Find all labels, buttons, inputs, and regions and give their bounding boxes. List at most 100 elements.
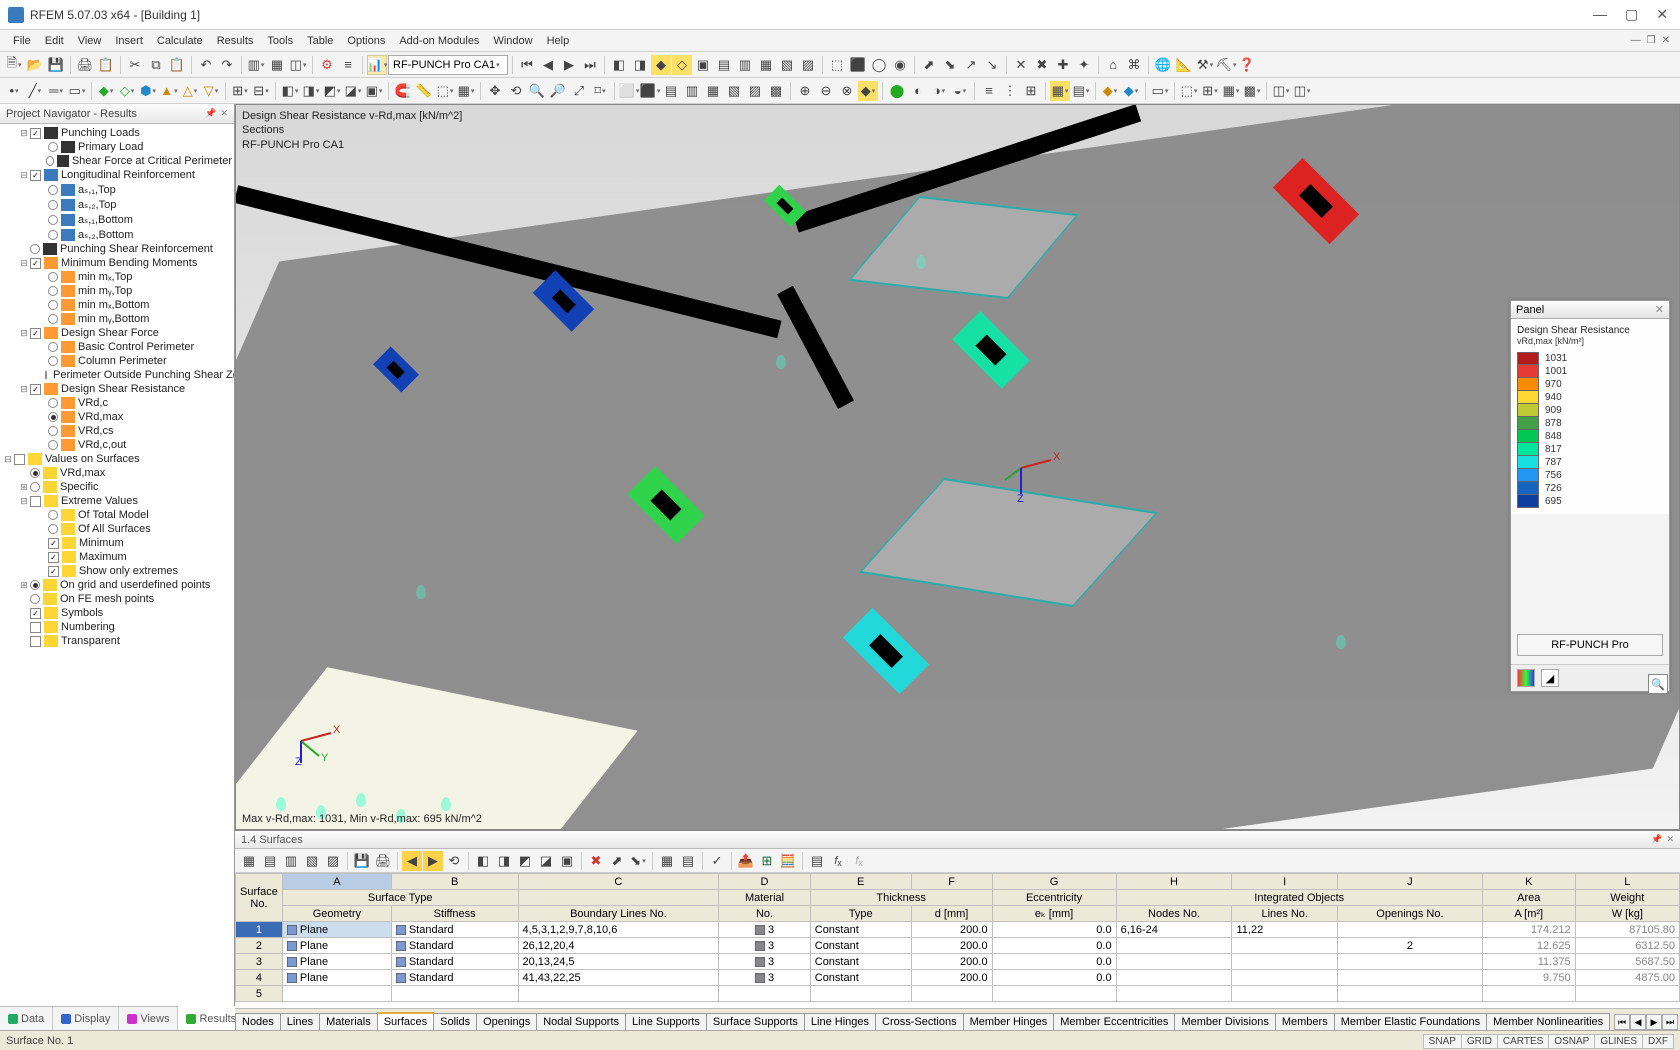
ttb-fx-icon[interactable]: fₓ: [828, 851, 848, 871]
print-button[interactable]: 🖨: [75, 55, 95, 75]
tb2-icon[interactable]: ▭: [67, 81, 87, 101]
tb2-icon[interactable]: ▩: [1242, 81, 1262, 101]
tb2-icon[interactable]: ▭: [1150, 81, 1170, 101]
menu-addon[interactable]: Add-on Modules: [392, 33, 486, 49]
tree-item[interactable]: Primary Load: [0, 140, 234, 154]
ttb-calc-icon[interactable]: 🧮: [778, 851, 798, 871]
tb2-icon[interactable]: 📏: [414, 81, 434, 101]
tb2-icon[interactable]: ⊟: [251, 81, 271, 101]
status-toggle[interactable]: GRID: [1461, 1034, 1498, 1049]
tb-icon[interactable]: ◧: [609, 55, 629, 75]
copy-button[interactable]: ⧉: [146, 55, 166, 75]
tb2-icon[interactable]: ▤: [1071, 81, 1091, 101]
close-button[interactable]: ✕: [1656, 6, 1668, 23]
status-toggle[interactable]: OSNAP: [1548, 1034, 1595, 1049]
tb2-icon[interactable]: ⊞: [1200, 81, 1220, 101]
tb2-icon[interactable]: ◫: [1292, 81, 1312, 101]
tb-icon[interactable]: ▧: [777, 55, 797, 75]
tb2-icon[interactable]: ◑: [929, 81, 949, 101]
tb2-icon[interactable]: ⬚: [1179, 81, 1199, 101]
tb2-icon[interactable]: ▤: [661, 81, 681, 101]
tb2-icon[interactable]: ▲: [159, 81, 179, 101]
table-tab[interactable]: Line Hinges: [804, 1013, 876, 1030]
menu-table[interactable]: Table: [300, 33, 340, 49]
tb2-icon[interactable]: ⊗: [837, 81, 857, 101]
tb-icon[interactable]: ⬛: [848, 55, 868, 75]
tb-icon[interactable]: ⚒: [1195, 55, 1215, 75]
status-toggle[interactable]: DXF: [1642, 1034, 1674, 1049]
tree-item[interactable]: VRd,max: [0, 410, 234, 424]
nav-first-button[interactable]: ⏮: [517, 55, 537, 75]
nav-tab-data[interactable]: Data: [0, 1007, 53, 1030]
tb2-icon[interactable]: ◫: [1271, 81, 1291, 101]
tree-item[interactable]: Transparent: [0, 634, 234, 648]
table-tab-nav[interactable]: ▶: [1646, 1014, 1662, 1030]
tb-icon[interactable]: ◉: [890, 55, 910, 75]
tb2-icon[interactable]: 🔎: [548, 81, 568, 101]
ttb-icon[interactable]: ⬈: [607, 851, 627, 871]
table-tab[interactable]: Surface Supports: [706, 1013, 805, 1030]
tb2-icon[interactable]: ◧: [280, 81, 300, 101]
tree-item[interactable]: ✓Maximum: [0, 550, 234, 564]
tree-item[interactable]: Column Perimeter: [0, 354, 234, 368]
table-pin-icon[interactable]: 📌: [1651, 834, 1662, 845]
tree-item[interactable]: Of All Surfaces: [0, 522, 234, 536]
table-tab[interactable]: Member Hinges: [963, 1013, 1055, 1030]
status-toggle[interactable]: GLINES: [1594, 1034, 1643, 1049]
tb2-icon[interactable]: ◨: [301, 81, 321, 101]
nav-prev-button[interactable]: ◀: [538, 55, 558, 75]
tb-icon[interactable]: ⛏: [1216, 55, 1236, 75]
tb-icon[interactable]: ✖: [1032, 55, 1052, 75]
tb-icon[interactable]: ⬊: [940, 55, 960, 75]
tb-icon[interactable]: ▦: [756, 55, 776, 75]
tree-item[interactable]: ⊟✓Design Shear Resistance: [0, 382, 234, 396]
table-tab[interactable]: Line Supports: [625, 1013, 707, 1030]
tree-item[interactable]: VRd,max: [0, 466, 234, 480]
tree-item[interactable]: Perimeter Outside Punching Shear Zo: [0, 368, 234, 382]
ttb-icon[interactable]: ◧: [473, 851, 493, 871]
navigator-close-icon[interactable]: ✕: [220, 108, 228, 119]
tb2-icon[interactable]: ▦: [456, 81, 476, 101]
tree-item[interactable]: On FE mesh points: [0, 592, 234, 606]
menu-options[interactable]: Options: [340, 33, 392, 49]
tb2-icon[interactable]: ◆: [1121, 81, 1141, 101]
tb2-icon[interactable]: ◐: [908, 81, 928, 101]
tb-icon[interactable]: ▣: [693, 55, 713, 75]
menu-view[interactable]: View: [71, 33, 109, 49]
panel-search-icon[interactable]: 🔍: [1648, 674, 1668, 694]
table-tab[interactable]: Openings: [476, 1013, 537, 1030]
tb-icon[interactable]: ✦: [1074, 55, 1094, 75]
ttb-icon[interactable]: ▧: [302, 851, 322, 871]
tb2-icon[interactable]: ⊞: [1021, 81, 1041, 101]
ttb-icon[interactable]: 💾: [352, 851, 372, 871]
tb2-icon[interactable]: △: [180, 81, 200, 101]
ttb-icon[interactable]: ▶: [423, 851, 443, 871]
calc-button[interactable]: ⚙: [317, 55, 337, 75]
tb-icon[interactable]: ◇: [672, 55, 692, 75]
table-tab[interactable]: Member Elastic Foundations: [1334, 1013, 1487, 1030]
tree-item[interactable]: ⊟✓Longitudinal Reinforcement: [0, 168, 234, 182]
mdi-restore-button[interactable]: ❐: [1647, 35, 1656, 46]
tb2-icon[interactable]: ⬜: [619, 81, 639, 101]
tb2-icon[interactable]: •: [4, 81, 24, 101]
ttb-icon[interactable]: ▨: [323, 851, 343, 871]
table-tab[interactable]: Nodal Supports: [536, 1013, 626, 1030]
tb2-icon[interactable]: ⬚: [435, 81, 455, 101]
loadcase-combo[interactable]: RF-PUNCH Pro CA1: [388, 55, 508, 75]
table-tab[interactable]: Surfaces: [377, 1012, 434, 1030]
table-tab[interactable]: Members: [1275, 1013, 1335, 1030]
tree-item[interactable]: min mₓ,Bottom: [0, 298, 234, 312]
tb2-icon[interactable]: ▧: [724, 81, 744, 101]
tb2-icon[interactable]: ╱: [25, 81, 45, 101]
tb2-icon[interactable]: ⟲: [506, 81, 526, 101]
tree-item[interactable]: aₛ,₂,Top: [0, 197, 234, 212]
tb-icon[interactable]: ✕: [1011, 55, 1031, 75]
viewport-3d[interactable]: Design Shear Resistance v-Rd,max [kN/m^2…: [235, 104, 1680, 830]
menu-file[interactable]: File: [6, 33, 38, 49]
ttb-export-icon[interactable]: 📤: [736, 851, 756, 871]
menu-help[interactable]: Help: [540, 33, 577, 49]
tree-item[interactable]: min mᵧ,Top: [0, 284, 234, 298]
tb2-icon[interactable]: ▨: [745, 81, 765, 101]
tree-item[interactable]: ⊞On grid and userdefined points: [0, 578, 234, 592]
ttb-icon[interactable]: ⟲: [444, 851, 464, 871]
